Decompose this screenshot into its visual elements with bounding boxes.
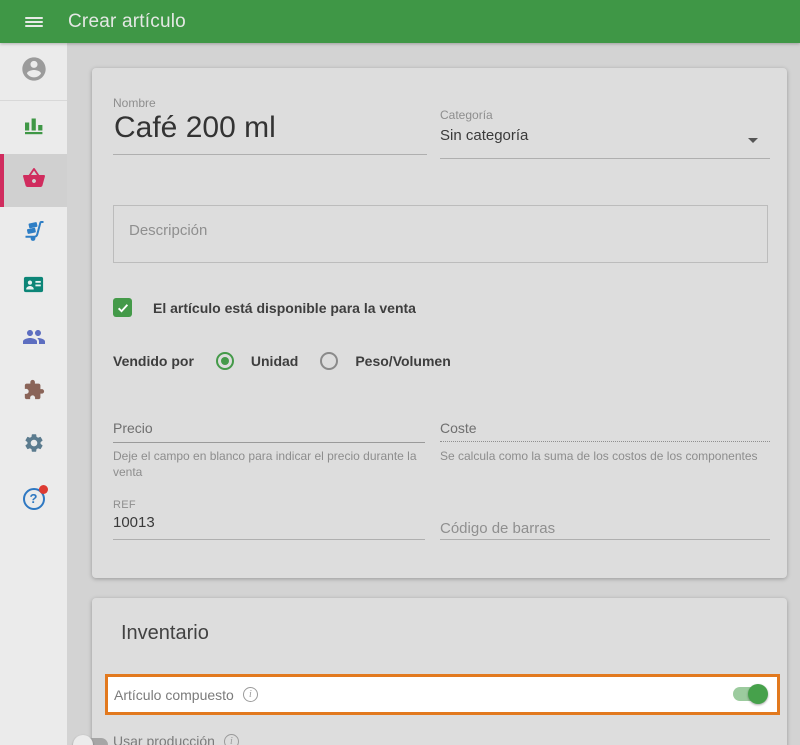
sidebar: ? bbox=[0, 43, 67, 745]
name-underline bbox=[113, 154, 427, 155]
cost-field-disabled bbox=[440, 441, 770, 442]
shopping-basket-icon bbox=[22, 166, 46, 195]
sold-by-row: Vendido por Unidad Peso/Volumen bbox=[113, 352, 451, 370]
use-production-label: Usar producción bbox=[113, 733, 215, 745]
name-input[interactable]: Café 200 ml bbox=[114, 110, 276, 146]
sidebar-item-help[interactable]: ? bbox=[0, 472, 67, 525]
cost-helper: Se calcula como la suma de los costos de… bbox=[440, 448, 770, 464]
cost-label: Coste bbox=[440, 420, 477, 436]
checkbox-checked-icon[interactable] bbox=[113, 298, 132, 317]
page-title: Crear artículo bbox=[68, 11, 186, 33]
help-icon: ? bbox=[23, 488, 45, 510]
sidebar-item-inventory[interactable] bbox=[0, 207, 67, 260]
composite-item-toggle[interactable] bbox=[732, 684, 768, 704]
ref-input[interactable]: 10013 bbox=[113, 514, 155, 531]
barcode-input[interactable]: Código de barras bbox=[440, 520, 555, 537]
use-production-row: Usar producción i bbox=[113, 733, 239, 745]
sidebar-item-customers[interactable] bbox=[0, 313, 67, 366]
barcode-underline bbox=[440, 539, 770, 540]
available-for-sale-label: El artículo está disponible para la vent… bbox=[153, 300, 416, 316]
sidebar-item-apps[interactable] bbox=[0, 366, 67, 419]
ref-label: REF bbox=[113, 499, 136, 511]
sidebar-item-items[interactable] bbox=[0, 154, 67, 207]
price-input[interactable] bbox=[113, 442, 425, 443]
ref-underline bbox=[113, 539, 425, 540]
inventory-card: Inventario Artículo compuesto i Usar pro… bbox=[92, 598, 787, 745]
category-underline bbox=[440, 158, 770, 159]
category-label: Categoría bbox=[440, 108, 493, 122]
item-form-card: Nombre Café 200 ml Categoría Sin categor… bbox=[92, 68, 787, 578]
category-select[interactable]: Sin categoría bbox=[440, 127, 528, 144]
radio-unidad-label: Unidad bbox=[251, 353, 298, 369]
app-header: Crear artículo bbox=[0, 0, 800, 43]
puzzle-icon bbox=[23, 379, 45, 406]
price-label: Precio bbox=[113, 420, 153, 436]
chevron-down-icon[interactable] bbox=[748, 138, 758, 143]
inventory-section-title: Inventario bbox=[121, 622, 209, 645]
hand-truck-icon bbox=[22, 219, 46, 248]
sidebar-item-account[interactable] bbox=[0, 43, 67, 101]
menu-icon[interactable] bbox=[25, 15, 43, 29]
available-for-sale-row: El artículo está disponible para la vent… bbox=[113, 298, 416, 317]
notification-dot bbox=[39, 485, 48, 494]
info-icon[interactable]: i bbox=[224, 734, 239, 745]
info-icon[interactable]: i bbox=[243, 687, 258, 702]
radio-peso-volumen-label: Peso/Volumen bbox=[355, 353, 450, 369]
people-icon bbox=[22, 325, 46, 354]
radio-peso-volumen[interactable] bbox=[320, 352, 338, 370]
bar-chart-icon bbox=[22, 113, 46, 142]
name-label: Nombre bbox=[113, 96, 156, 110]
description-field-wrap bbox=[113, 205, 768, 263]
sidebar-item-employees[interactable] bbox=[0, 260, 67, 313]
badge-icon bbox=[22, 273, 45, 301]
sold-by-label: Vendido por bbox=[113, 353, 194, 369]
composite-item-row-highlighted: Artículo compuesto i bbox=[105, 674, 780, 715]
sidebar-item-settings[interactable] bbox=[0, 419, 67, 472]
account-icon bbox=[20, 55, 48, 88]
sidebar-item-reports[interactable] bbox=[0, 101, 67, 154]
composite-item-label: Artículo compuesto bbox=[114, 687, 234, 703]
price-helper: Deje el campo en blanco para indicar el … bbox=[113, 448, 425, 480]
radio-unidad[interactable] bbox=[216, 352, 234, 370]
description-input[interactable] bbox=[114, 206, 767, 262]
gear-icon bbox=[23, 432, 45, 459]
